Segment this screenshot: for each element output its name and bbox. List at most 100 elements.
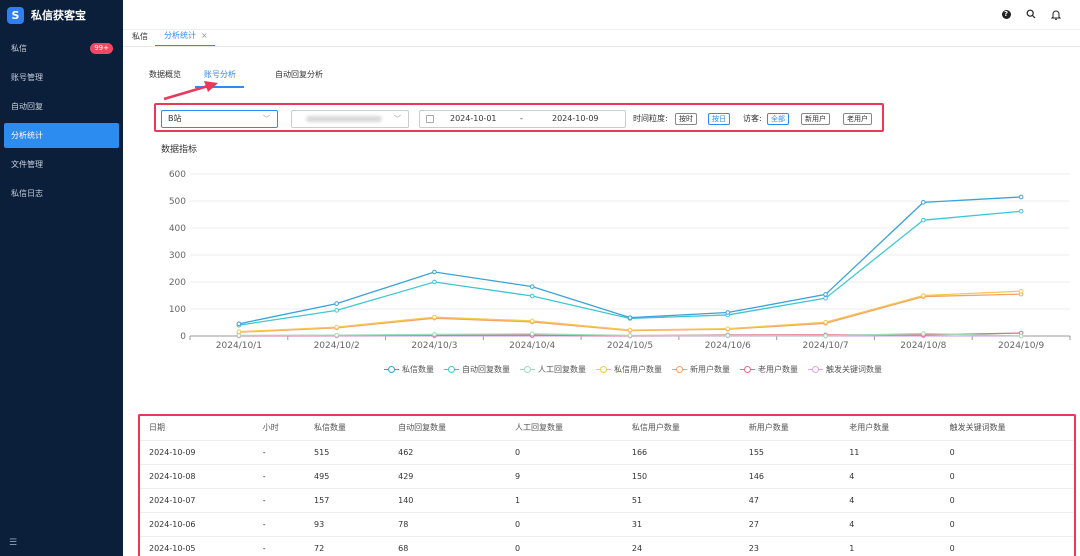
- legend-label: 新用户数量: [690, 365, 730, 374]
- table-cell: 4: [840, 512, 941, 537]
- sidebar-item-label: 私信: [11, 44, 27, 53]
- legend-marker-icon: [672, 365, 687, 374]
- table-header-row: 日期 小时 私信数量 自动回复数量 人工回复数量 私信用户数量 新用户数量 老用户数量 触发关键…: [140, 416, 1074, 441]
- help-icon[interactable]: ?: [1000, 8, 1012, 20]
- platform-value: B站: [168, 114, 182, 123]
- column-header: 日期: [140, 416, 254, 441]
- data-point: [236, 329, 242, 334]
- legend-item[interactable]: 触发关键词数量: [808, 364, 882, 375]
- sidebar-item-analytics[interactable]: 分析统计: [4, 123, 119, 148]
- table-cell: 0: [940, 464, 1074, 489]
- table-cell: 47: [739, 488, 841, 513]
- table-cell: -: [253, 536, 306, 556]
- visitor-old-button[interactable]: 老用户: [843, 113, 872, 125]
- table-cell: 68: [389, 536, 506, 556]
- date-start: 2024-10-01: [450, 114, 497, 123]
- data-point: [432, 279, 437, 285]
- table-cell: 0: [940, 440, 1074, 465]
- table-cell: 51: [622, 488, 740, 513]
- y-tick-label: 400: [169, 224, 186, 234]
- table-cell: -: [253, 440, 306, 465]
- data-point: [432, 269, 437, 275]
- legend-label: 私信数量: [402, 365, 434, 374]
- data-point: [1018, 333, 1024, 339]
- table-cell: -: [253, 464, 306, 489]
- sidebar-item-label: 私信日志: [11, 189, 43, 198]
- chart-legend: 私信数量 自动回复数量 人工回复数量 私信用户数量 新用户数量 老用户数量 触发关键词数量: [384, 364, 882, 375]
- filter-bar: B站 ﹀ ﹀ 2024-10-01 - 2024-10-09 时间粒度: 按时 …: [154, 103, 884, 132]
- sidebar-item-logs[interactable]: 私信日志: [4, 181, 119, 206]
- data-point: [627, 315, 633, 320]
- account-select[interactable]: ﹀: [291, 110, 409, 128]
- y-tick-label: 200: [169, 278, 186, 288]
- table-cell: 429: [389, 464, 506, 489]
- legend-item[interactable]: 私信数量: [384, 364, 434, 375]
- table-cell: 4: [840, 488, 941, 513]
- sidebar-item-auto-reply[interactable]: 自动回复: [4, 94, 119, 119]
- legend-item[interactable]: 人工回复数量: [520, 364, 586, 375]
- legend-item[interactable]: 私信用户数量: [596, 364, 662, 375]
- data-point: [725, 326, 731, 332]
- close-icon[interactable]: ×: [201, 31, 208, 40]
- calendar-icon: [426, 115, 434, 123]
- y-tick-label: 100: [169, 305, 186, 315]
- search-icon[interactable]: [1025, 8, 1037, 20]
- legend-item[interactable]: 新用户数量: [672, 364, 730, 375]
- table-cell: 157: [305, 488, 390, 513]
- x-tick-label: 2024/10/4: [509, 341, 555, 351]
- table-cell: 0: [505, 440, 623, 465]
- x-tick-label: 2024/10/2: [314, 341, 360, 351]
- table-cell: 515: [305, 440, 390, 465]
- table-cell: 2024-10-09: [140, 440, 254, 465]
- sidebar-item-accounts[interactable]: 账号管理: [4, 65, 119, 90]
- bell-icon[interactable]: [1050, 8, 1062, 20]
- y-tick-label: 0: [180, 332, 186, 342]
- table-cell: 0: [940, 488, 1074, 513]
- annotation-arrow-icon: [163, 81, 218, 101]
- column-header: 新用户数量: [739, 416, 841, 441]
- granularity-day-button[interactable]: 按日: [708, 113, 730, 125]
- sidebar: S 私信获客宝 私信 99+ 账号管理 自动回复 分析统计 文件管理 私信日志 …: [0, 0, 123, 556]
- tab-auto-reply-analysis[interactable]: 自动回复分析: [266, 60, 323, 88]
- column-header: 私信用户数量: [622, 416, 740, 441]
- data-point: [432, 314, 437, 320]
- granularity-hour-button[interactable]: 按时: [675, 113, 697, 125]
- data-point: [725, 333, 731, 338]
- visitor-label: 访客:: [743, 114, 762, 123]
- table-cell: 0: [505, 512, 623, 537]
- unread-badge: 99+: [90, 43, 113, 54]
- data-point: [921, 331, 926, 336]
- table-cell: 93: [305, 512, 390, 537]
- legend-item[interactable]: 老用户数量: [740, 364, 798, 375]
- table-cell: 140: [389, 488, 506, 513]
- page-tab-messages[interactable]: 私信: [123, 31, 155, 46]
- table-cell: 155: [739, 440, 841, 465]
- table-cell: 2024-10-08: [140, 464, 254, 489]
- topbar: ?: [123, 0, 1080, 30]
- x-tick-label: 2024/10/1: [216, 341, 262, 351]
- legend-marker-icon: [596, 365, 611, 374]
- sidebar-item-messages[interactable]: 私信 99+: [4, 36, 119, 61]
- table-cell: 27: [739, 512, 841, 537]
- y-tick-label: 300: [169, 251, 186, 261]
- table-cell: 11: [840, 440, 941, 465]
- sidebar-item-files[interactable]: 文件管理: [4, 152, 119, 177]
- page-tab-analytics[interactable]: 分析统计 ×: [155, 30, 215, 46]
- collapse-menu-icon[interactable]: ☰: [9, 539, 19, 548]
- granularity-label: 时间粒度:: [633, 114, 668, 123]
- legend-marker-icon: [520, 365, 535, 374]
- platform-select[interactable]: B站 ﹀: [161, 110, 278, 128]
- legend-item[interactable]: 自动回复数量: [444, 364, 510, 375]
- column-header: 老用户数量: [840, 416, 941, 441]
- data-point: [236, 321, 242, 327]
- column-header: 小时: [253, 416, 306, 441]
- data-point: [529, 331, 535, 337]
- table-cell: 0: [940, 536, 1074, 556]
- table-cell: 2024-10-05: [140, 536, 254, 556]
- visitor-new-button[interactable]: 新用户: [801, 113, 830, 125]
- column-header: 人工回复数量: [505, 416, 623, 441]
- data-point: [921, 217, 926, 223]
- visitor-all-button[interactable]: 全部: [767, 113, 789, 125]
- legend-label: 人工回复数量: [538, 365, 586, 374]
- date-range-picker[interactable]: 2024-10-01 - 2024-10-09: [419, 110, 626, 128]
